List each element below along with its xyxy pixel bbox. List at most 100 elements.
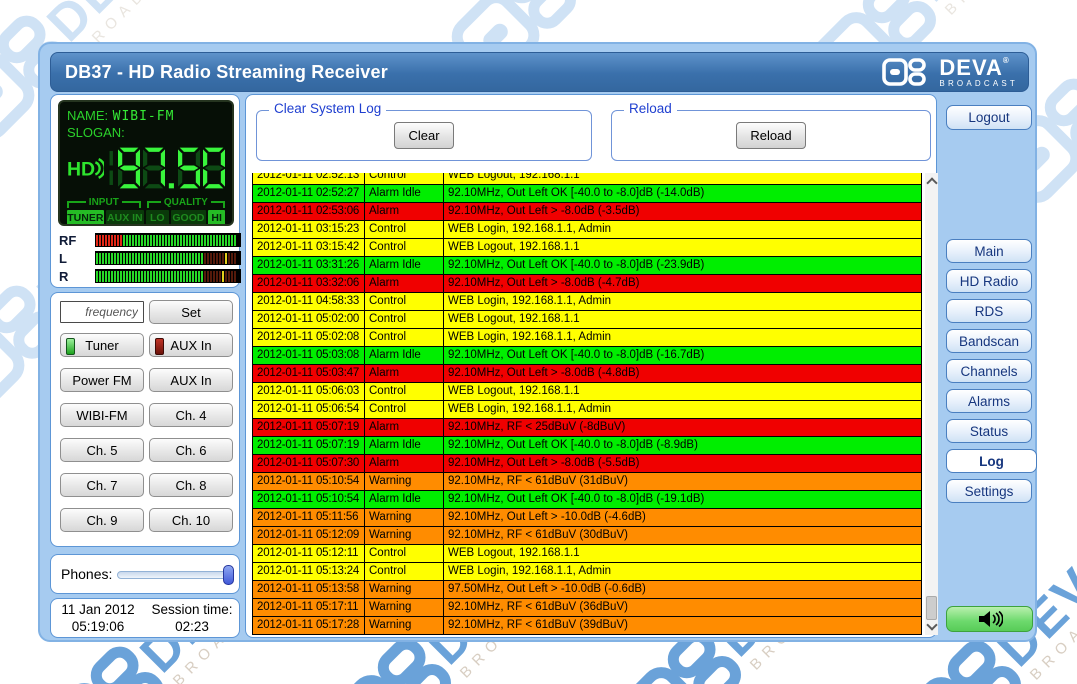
phones-volume-slider-handle[interactable]: [223, 565, 234, 585]
log-event-type: Alarm Idle: [365, 185, 444, 203]
log-timestamp: 2012-01-11 02:53:06: [253, 203, 365, 221]
log-message: 92.10MHz, RF < 25dBuV (-8dBuV): [444, 419, 922, 437]
log-event-type: Alarm Idle: [365, 347, 444, 365]
sidebar-item-status[interactable]: Status: [946, 419, 1032, 443]
log-event-type: Control: [365, 173, 444, 185]
phones-volume-slider-track[interactable]: [117, 571, 234, 579]
button-label: Ch. 7: [86, 478, 117, 493]
log-event-type: Warning: [365, 599, 444, 617]
sidebar-item-bandscan[interactable]: Bandscan: [946, 329, 1032, 353]
channel-button-grid: TunerAUX InPower FMAUX InWIBI-FMCh. 4Ch.…: [60, 333, 233, 532]
log-row: 2012-01-11 05:12:09Warning92.10MHz, RF <…: [253, 527, 922, 545]
scrollbar-thumb[interactable]: [926, 596, 937, 620]
indicator-lamps: TUNERAUX INLOGOODHI: [67, 210, 225, 226]
app-window: DB37 - HD Radio Streaming Receiver DEVA®…: [38, 42, 1037, 642]
meter-label: L: [59, 251, 67, 266]
date-time: 11 Jan 2012 05:19:06: [51, 601, 145, 635]
log-event-type: Control: [365, 563, 444, 581]
log-row: 2012-01-11 05:10:54Alarm Idle92.10MHz, O…: [253, 491, 922, 509]
log-message: WEB Logout, 192.168.1.1: [444, 311, 922, 329]
sidebar-item-main[interactable]: Main: [946, 239, 1032, 263]
log-timestamp: 2012-01-11 05:07:19: [253, 419, 365, 437]
sidebar-item-hd-radio[interactable]: HD Radio: [946, 269, 1032, 293]
log-timestamp: 2012-01-11 03:15:23: [253, 221, 365, 239]
log-row: 2012-01-11 05:17:11Warning92.10MHz, RF <…: [253, 599, 922, 617]
logout-button[interactable]: Logout: [946, 105, 1032, 130]
sidebar-item-log[interactable]: Log: [946, 449, 1037, 473]
button-label: Ch. 4: [175, 408, 206, 423]
log-timestamp: 2012-01-11 03:32:06: [253, 275, 365, 293]
log-content-panel: Clear System Log Clear Reload Reload 201…: [245, 94, 937, 638]
button-ch-5[interactable]: Ch. 5: [60, 438, 144, 462]
button-power-fm[interactable]: Power FM: [60, 368, 144, 392]
mute-button[interactable]: [946, 606, 1033, 632]
button-ch-8[interactable]: Ch. 8: [149, 473, 233, 497]
button-tuner[interactable]: Tuner: [60, 333, 144, 357]
lamp-lo: LO: [146, 210, 169, 226]
log-scrollbar[interactable]: [925, 173, 938, 635]
db-logo-icon: [882, 58, 932, 86]
log-event-type: Control: [365, 383, 444, 401]
seven-segment-digit: [143, 144, 165, 192]
button-label: Ch. 6: [175, 443, 206, 458]
meter-rf: RF: [59, 233, 235, 247]
seven-segment-digit: [203, 144, 225, 192]
log-row: 2012-01-11 05:06:03ControlWEB Logout, 19…: [253, 383, 922, 401]
log-row: 2012-01-11 05:13:58Warning97.50MHz, Out …: [253, 581, 922, 599]
reload-button[interactable]: Reload: [736, 122, 805, 149]
log-message: 92.10MHz, Out Left OK [-40.0 to -8.0]dB …: [444, 437, 922, 455]
scroll-up-arrow-icon[interactable]: [926, 177, 937, 188]
log-timestamp: 2012-01-11 04:58:33: [253, 293, 365, 311]
log-row: 2012-01-11 03:15:23ControlWEB Login, 192…: [253, 221, 922, 239]
log-event-type: Alarm: [365, 203, 444, 221]
log-message: WEB Logout, 192.168.1.1: [444, 239, 922, 257]
sidebar-item-channels[interactable]: Channels: [946, 359, 1032, 383]
set-button[interactable]: Set: [149, 300, 233, 324]
log-event-type: Alarm: [365, 275, 444, 293]
log-event-type: Alarm Idle: [365, 257, 444, 275]
log-timestamp: 2012-01-11 05:12:09: [253, 527, 365, 545]
clear-button[interactable]: Clear: [394, 122, 453, 149]
log-row: 2012-01-11 04:58:33ControlWEB Login, 192…: [253, 293, 922, 311]
log-message: 97.50MHz, Out Left > -10.0dB (-0.6dB): [444, 581, 922, 599]
log-timestamp: 2012-01-11 03:15:42: [253, 239, 365, 257]
log-message: 92.10MHz, Out Left OK [-40.0 to -8.0]dB …: [444, 257, 922, 275]
log-timestamp: 2012-01-11 05:10:54: [253, 491, 365, 509]
button-ch-6[interactable]: Ch. 6: [149, 438, 233, 462]
station-name-row: NAME: WIBI-FM: [67, 107, 225, 124]
log-message: 92.10MHz, RF < 61dBuV (30dBuV): [444, 527, 922, 545]
slogan-label: SLOGAN:: [67, 125, 125, 140]
log-event-type: Alarm: [365, 419, 444, 437]
log-event-type: Control: [365, 293, 444, 311]
scroll-down-arrow-icon[interactable]: [926, 619, 937, 630]
button-label: Ch. 10: [172, 513, 210, 528]
log-timestamp: 2012-01-11 02:52:13: [253, 173, 365, 185]
button-ch-10[interactable]: Ch. 10: [149, 508, 233, 532]
button-label: AUX In: [170, 338, 211, 353]
log-message: WEB Login, 192.168.1.1, Admin: [444, 401, 922, 419]
clear-system-log-group: Clear System Log Clear: [256, 110, 592, 161]
button-ch-7[interactable]: Ch. 7: [60, 473, 144, 497]
button-ch-9[interactable]: Ch. 9: [60, 508, 144, 532]
log-message: 92.10MHz, Out Left > -8.0dB (-4.7dB): [444, 275, 922, 293]
button-label: Power FM: [72, 373, 131, 388]
log-row: 2012-01-11 02:52:27Alarm Idle92.10MHz, O…: [253, 185, 922, 203]
sidebar-item-alarms[interactable]: Alarms: [946, 389, 1032, 413]
frequency-input[interactable]: [60, 301, 144, 323]
log-message: 92.10MHz, Out Left > -10.0dB (-4.6dB): [444, 509, 922, 527]
meter-bar: [95, 269, 241, 283]
sidebar-item-settings[interactable]: Settings: [946, 479, 1032, 503]
receiver-display-panel: NAME: WIBI-FM SLOGAN: HD INPUTQUALITY TU…: [50, 94, 240, 288]
clear-group-label: Clear System Log: [269, 101, 386, 116]
log-message: WEB Login, 192.168.1.1, Admin: [444, 563, 922, 581]
sidebar-item-rds[interactable]: RDS: [946, 299, 1032, 323]
lamp-good: GOOD: [171, 210, 207, 226]
button-ch-4[interactable]: Ch. 4: [149, 403, 233, 427]
station-name-value: WIBI-FM: [113, 109, 175, 124]
button-aux-in[interactable]: AUX In: [149, 368, 233, 392]
log-message: WEB Login, 192.168.1.1, Admin: [444, 221, 922, 239]
log-timestamp: 2012-01-11 02:52:27: [253, 185, 365, 203]
log-message: WEB Logout, 192.168.1.1: [444, 545, 922, 563]
button-aux-in[interactable]: AUX In: [149, 333, 233, 357]
button-wibi-fm[interactable]: WIBI-FM: [60, 403, 144, 427]
